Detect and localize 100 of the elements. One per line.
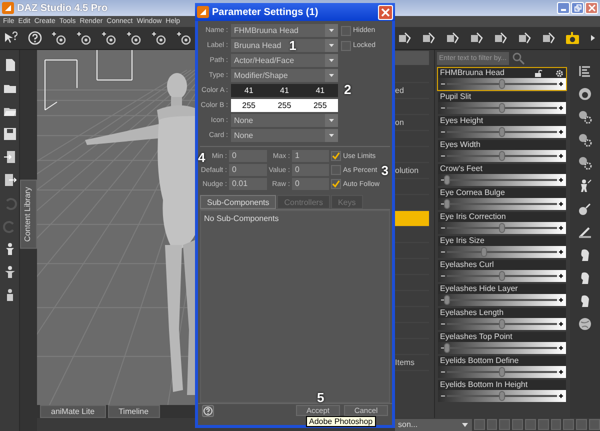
slider-thumb[interactable] (444, 295, 450, 305)
tool-icon[interactable] (469, 31, 484, 45)
slider-row[interactable]: Eyelids Bottom Define (437, 355, 567, 379)
minus-icon[interactable] (440, 225, 446, 231)
slider-thumb[interactable] (499, 103, 505, 113)
gear-icon[interactable] (578, 156, 592, 170)
slider-thumb[interactable] (499, 79, 505, 89)
slider-row[interactable]: Eyes Width (437, 139, 567, 163)
view-dropdown[interactable]: son... (395, 418, 472, 430)
number-field[interactable]: 0 (292, 178, 329, 190)
slider-row[interactable]: Eye Iris Size (437, 235, 567, 259)
slider-thumb[interactable] (444, 343, 450, 353)
slider-thumb[interactable] (499, 271, 505, 281)
minus-icon[interactable] (440, 321, 446, 327)
slider-thumb[interactable] (499, 391, 505, 401)
slider-row[interactable]: Eyes Height (437, 115, 567, 139)
plus-icon[interactable] (558, 297, 564, 303)
plus-icon[interactable] (558, 393, 564, 399)
color-field[interactable]: 41 41 41 (231, 84, 338, 97)
minus-icon[interactable] (440, 105, 446, 111)
tool-icon[interactable] (493, 31, 508, 45)
dropdown-field[interactable]: Actor/Head/Face (231, 54, 338, 67)
minus-icon[interactable] (440, 369, 446, 375)
camera-icon[interactable] (565, 31, 580, 45)
color-field[interactable]: 255 255 255 (231, 99, 338, 112)
checkbox[interactable] (341, 40, 351, 50)
plus-icon[interactable] (558, 153, 564, 159)
dropdown-field[interactable]: None (231, 114, 338, 127)
close-button[interactable] (378, 4, 393, 20)
dropdown-field[interactable]: Modifier/Shape (231, 69, 338, 82)
slider-row[interactable]: Eye Iris Correction (437, 211, 567, 235)
slider-thumb[interactable] (499, 151, 505, 161)
sphere-icon[interactable] (578, 202, 592, 216)
checkbox[interactable] (331, 151, 341, 161)
gear-icon[interactable] (578, 133, 592, 147)
checkbox[interactable] (341, 26, 351, 36)
ring-icon[interactable] (578, 87, 592, 101)
slider-row[interactable]: Eyelashes Curl (437, 259, 567, 283)
side-tab[interactable]: Content Library (20, 180, 37, 249)
minus-icon[interactable] (440, 273, 446, 279)
plus-icon[interactable] (558, 177, 564, 183)
tool-icon[interactable] (52, 31, 67, 45)
slider-thumb[interactable] (499, 223, 505, 233)
plus-icon[interactable] (558, 321, 564, 327)
list-row[interactable] (395, 211, 429, 227)
plus-icon[interactable] (558, 105, 564, 111)
minus-icon[interactable] (440, 393, 446, 399)
plus-icon[interactable] (558, 369, 564, 375)
number-field[interactable]: 0 (229, 150, 267, 162)
tool-icon[interactable] (421, 31, 436, 45)
tab[interactable]: Sub-Components (200, 195, 276, 209)
minus-icon[interactable] (440, 153, 446, 159)
number-field[interactable]: 0.01 (229, 178, 267, 190)
gear-icon[interactable] (578, 110, 592, 124)
panel-tab[interactable]: Timeline (108, 405, 160, 418)
head-icon[interactable] (578, 294, 592, 308)
slider-row[interactable]: Eyelashes Hide Layer (437, 283, 567, 307)
plus-icon[interactable] (558, 81, 564, 87)
plus-icon[interactable] (558, 249, 564, 255)
slider-row[interactable]: Eye Cornea Bulge (437, 187, 567, 211)
dropdown-field[interactable]: None (231, 129, 338, 142)
globe-icon[interactable] (578, 317, 592, 331)
tool-icon[interactable] (517, 31, 532, 45)
minus-icon[interactable] (440, 81, 446, 87)
import-icon[interactable] (2, 150, 16, 164)
plus-icon[interactable] (558, 225, 564, 231)
number-field[interactable]: 0 (292, 164, 329, 176)
tool-icon[interactable] (77, 31, 92, 45)
checkbox[interactable] (331, 165, 341, 175)
settings-icon[interactable] (555, 68, 564, 78)
minus-icon[interactable] (440, 249, 446, 255)
slider-row[interactable]: Crow's Feet (437, 163, 567, 187)
figure-icon[interactable] (578, 179, 592, 193)
save-icon[interactable] (2, 127, 16, 141)
pointer-help-icon[interactable] (3, 31, 18, 45)
slider-row[interactable]: FHMBruuna Head (437, 67, 567, 91)
list-icon[interactable] (578, 64, 592, 78)
tool-icon[interactable] (397, 31, 412, 45)
help-icon[interactable] (28, 31, 42, 45)
slider-row[interactable]: Eyelashes Top Point (437, 331, 567, 355)
more-arrow-icon[interactable] (589, 32, 597, 44)
figure-icon[interactable] (2, 265, 16, 279)
close-button[interactable] (585, 2, 598, 14)
slider-thumb[interactable] (481, 247, 488, 257)
slider-thumb[interactable] (444, 199, 450, 209)
help-button[interactable] (202, 405, 214, 417)
plus-icon[interactable] (558, 129, 564, 135)
slider-row[interactable]: Pupil Slit (437, 91, 567, 115)
tool-icon[interactable] (177, 31, 192, 45)
plus-icon[interactable] (558, 273, 564, 279)
tool-icon[interactable] (127, 31, 142, 45)
search-icon[interactable] (512, 52, 525, 65)
minimize-button[interactable] (557, 2, 570, 14)
tool-icon[interactable] (102, 31, 117, 45)
head-icon[interactable] (578, 271, 592, 285)
checkbox[interactable] (331, 179, 341, 189)
dropdown-field[interactable]: FHMBruuna Head (231, 24, 338, 37)
slider-thumb[interactable] (444, 175, 450, 185)
restore-button[interactable] (571, 2, 584, 14)
panel-tab[interactable]: aniMate Lite (40, 405, 106, 418)
